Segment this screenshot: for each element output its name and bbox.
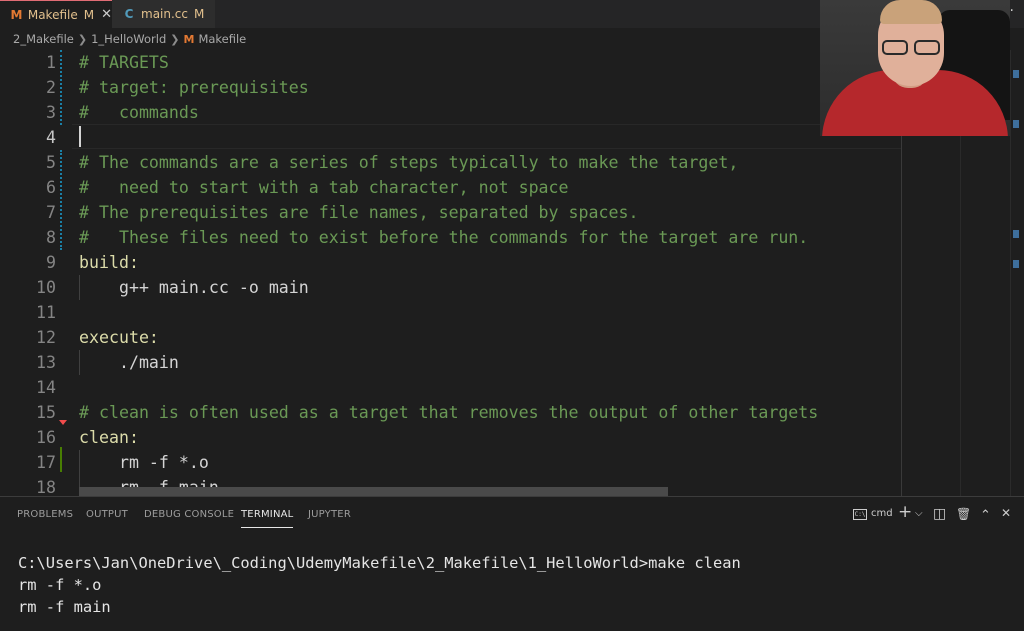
code-line[interactable]: 9 build: bbox=[0, 250, 1024, 275]
line-number: 16 bbox=[36, 428, 56, 447]
overview-marker bbox=[1013, 120, 1019, 128]
tab-main-cc[interactable]: C main.cc M bbox=[112, 0, 216, 28]
code-text: # clean is often used as a target that r… bbox=[79, 403, 819, 422]
code-text: execute: bbox=[79, 328, 159, 347]
line-number: 1 bbox=[46, 53, 56, 72]
webcam-person-glasses bbox=[882, 40, 942, 56]
maximize-panel-icon[interactable]: ⌃ bbox=[980, 508, 991, 523]
modified-indicator: M bbox=[194, 7, 205, 21]
line-number: 17 bbox=[36, 453, 56, 472]
tab-main-cc-label: main.cc bbox=[141, 7, 188, 21]
code-line[interactable]: 16 clean: bbox=[0, 425, 1024, 450]
horizontal-scrollbar[interactable] bbox=[79, 487, 668, 496]
code-line[interactable]: 15 # clean is often used as a target that… bbox=[0, 400, 1024, 425]
code-text: # target: prerequisites bbox=[79, 78, 309, 97]
code-text: ./main bbox=[79, 353, 179, 372]
terminal-line: C:\Users\Jan\OneDrive\_Coding\UdemyMakef… bbox=[18, 554, 741, 572]
new-terminal-plus-icon[interactable]: + bbox=[898, 502, 912, 522]
breadcrumb-folder[interactable]: 2_Makefile bbox=[13, 32, 74, 46]
code-text: clean: bbox=[79, 428, 139, 447]
split-terminal-icon[interactable]: ◫ bbox=[933, 506, 946, 522]
close-panel-icon[interactable]: ✕ bbox=[1001, 506, 1011, 520]
line-number: 15 bbox=[36, 403, 56, 422]
overview-marker bbox=[1013, 70, 1019, 78]
code-line[interactable]: 7 # The prerequisites are file names, sep… bbox=[0, 200, 1024, 225]
breadcrumb-file[interactable]: Makefile bbox=[198, 32, 246, 46]
code-text: # commands bbox=[79, 103, 199, 122]
line-number: 12 bbox=[36, 328, 56, 347]
tab-makefile[interactable]: M Makefile M ✕ bbox=[0, 0, 112, 28]
line-number: 13 bbox=[36, 353, 56, 372]
vertical-ruler bbox=[901, 135, 902, 496]
code-text: # These files need to exist before the c… bbox=[79, 228, 809, 247]
webcam-person-hair bbox=[880, 0, 942, 24]
terminal-shell-label[interactable]: cmd bbox=[871, 508, 893, 519]
line-number: 6 bbox=[46, 178, 56, 197]
overview-ruler[interactable] bbox=[1010, 50, 1024, 496]
chevron-right-icon: ❯ bbox=[170, 32, 180, 46]
close-tab-icon[interactable]: ✕ bbox=[101, 7, 112, 22]
code-text: # TARGETS bbox=[79, 53, 169, 72]
code-line[interactable]: 11 bbox=[0, 300, 1024, 325]
code-text: build: bbox=[79, 253, 139, 272]
code-text: rm -f *.o bbox=[79, 453, 209, 472]
breadcrumb-folder[interactable]: 1_HelloWorld bbox=[91, 32, 166, 46]
tab-jupyter[interactable]: JUPYTER bbox=[308, 509, 351, 520]
code-text: # The prerequisites are file names, sepa… bbox=[79, 203, 639, 222]
glasses-lens bbox=[882, 40, 908, 55]
tab-problems[interactable]: PROBLEMS bbox=[17, 509, 73, 520]
overview-marker bbox=[1013, 260, 1019, 268]
chevron-down-icon[interactable]: ⌵ bbox=[915, 508, 923, 519]
code-line[interactable]: 12 execute: bbox=[0, 325, 1024, 350]
bottom-panel: PROBLEMS OUTPUT DEBUG CONSOLE TERMINAL J… bbox=[0, 496, 1024, 631]
code-line[interactable]: 13 ./main bbox=[0, 350, 1024, 375]
tab-debug-console[interactable]: DEBUG CONSOLE bbox=[144, 509, 234, 520]
line-number: 5 bbox=[46, 153, 56, 172]
cpp-file-icon: C bbox=[124, 7, 134, 21]
line-number: 18 bbox=[36, 478, 56, 496]
code-line[interactable]: 14 bbox=[0, 375, 1024, 400]
overview-marker bbox=[1013, 230, 1019, 238]
line-number: 3 bbox=[46, 103, 56, 122]
line-number: 10 bbox=[36, 278, 56, 297]
terminal-shell-icon: C:\ bbox=[853, 509, 867, 520]
tab-terminal[interactable]: TERMINAL bbox=[241, 509, 294, 528]
line-number: 9 bbox=[46, 253, 56, 272]
chevron-right-icon: ❯ bbox=[77, 32, 88, 46]
code-text: # need to start with a tab character, no… bbox=[79, 178, 569, 197]
makefile-icon: M bbox=[183, 32, 195, 46]
text-cursor bbox=[79, 126, 81, 147]
minimap-edge bbox=[960, 135, 961, 496]
glasses-lens bbox=[914, 40, 940, 55]
line-number: 4 bbox=[46, 128, 56, 147]
code-text: # The commands are a series of steps typ… bbox=[79, 153, 739, 172]
line-number: 7 bbox=[46, 203, 56, 222]
tab-makefile-label: Makefile bbox=[27, 7, 78, 22]
code-line[interactable]: 10 g++ main.cc -o main bbox=[0, 275, 1024, 300]
code-line[interactable]: 8 # These files need to exist before the … bbox=[0, 225, 1024, 250]
line-number: 11 bbox=[36, 303, 56, 322]
modified-indicator: M bbox=[83, 7, 95, 22]
line-number: 14 bbox=[36, 378, 56, 397]
code-line[interactable]: 5 # The commands are a series of steps ty… bbox=[0, 150, 1024, 175]
trash-icon[interactable]: 🗑 bbox=[956, 507, 971, 521]
tab-output[interactable]: OUTPUT bbox=[86, 509, 128, 520]
code-line[interactable]: 17 rm -f *.o bbox=[0, 450, 1024, 475]
line-number: 8 bbox=[46, 228, 56, 247]
webcam-overlay bbox=[820, 0, 1010, 136]
terminal-line: rm -f *.o bbox=[18, 576, 102, 594]
code-line[interactable]: 6 # need to start with a tab character, n… bbox=[0, 175, 1024, 200]
code-text: g++ main.cc -o main bbox=[79, 278, 309, 297]
terminal-line: rm -f main bbox=[18, 598, 111, 616]
makefile-icon: M bbox=[10, 7, 23, 22]
line-number: 2 bbox=[46, 78, 56, 97]
